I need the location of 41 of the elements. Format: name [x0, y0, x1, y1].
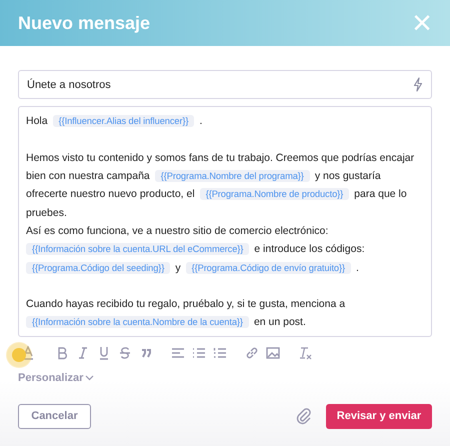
click-indicator — [12, 348, 26, 362]
paperclip-icon[interactable] — [296, 407, 312, 426]
review-and-send-button[interactable]: Revisar y enviar — [326, 404, 432, 429]
body-text: bien con nuestra campaña — [26, 170, 150, 182]
subject-field[interactable]: Únete a nosotros — [18, 70, 432, 99]
body-text: pruebes. — [26, 206, 67, 219]
message-editor[interactable] — [18, 106, 432, 337]
underline-icon[interactable] — [97, 346, 111, 360]
variable-tag: {{Influencer.Alias del influencer}} — [52, 115, 194, 128]
body-text: y nos gustaría — [314, 170, 381, 182]
body-text: Cuando hayas recibido tu regalo, pruébalo y, si te gusta, menciona a — [26, 298, 346, 310]
body-text: Hola — [26, 115, 48, 128]
body-text: Así es como funciona, ve a nuestro sitio de comercio electrónico: — [26, 224, 328, 237]
variable-tag: {{Información sobre la cuenta.URL del eCommerce}} — [26, 243, 250, 256]
body-text: y — [175, 262, 181, 274]
variable-tag: {{Programa.Nombre del programa}} — [154, 170, 310, 182]
bullet-list-icon[interactable] — [192, 346, 206, 360]
variable-tag: {{Programa.Código de envío gratuito}} — [186, 262, 352, 274]
body-text: en un post. — [254, 316, 306, 328]
link-icon[interactable] — [245, 346, 259, 360]
body-text: . — [356, 262, 359, 274]
italic-icon[interactable] — [76, 346, 90, 360]
body-text: ofrecerte nuestro nuevo producto, el — [26, 188, 195, 200]
lightning-icon[interactable] — [413, 77, 423, 92]
cancel-button[interactable]: Cancelar — [18, 404, 91, 429]
body-text: Hemos visto tu contenido y somos fans de tu trabajo. Creemos que podrías encajar — [26, 152, 414, 164]
body-text: e introduce los códigos: — [254, 243, 365, 256]
variable-tag: {{Programa.Código del seeding}} — [26, 262, 170, 274]
window-title: Nuevo mensaje — [18, 12, 150, 34]
strikethrough-icon[interactable] — [118, 346, 132, 360]
clear-format-icon[interactable] — [298, 346, 312, 360]
variable-tag: {{Programa.Nombre de producto}} — [200, 188, 350, 200]
body-text: . — [199, 115, 202, 128]
numbered-list-icon[interactable] — [213, 346, 227, 360]
chevron-down-icon — [85, 374, 94, 381]
body-text: para que lo — [354, 188, 407, 200]
variable-tag: {{Información sobre la cuenta.Nombre de la cuenta}} — [26, 316, 249, 328]
align-left-icon[interactable] — [171, 346, 185, 360]
image-icon[interactable] — [266, 346, 280, 360]
personalize-dropdown[interactable]: Personalizar — [18, 372, 94, 384]
subject-text: Únete a nosotros — [27, 78, 111, 90]
